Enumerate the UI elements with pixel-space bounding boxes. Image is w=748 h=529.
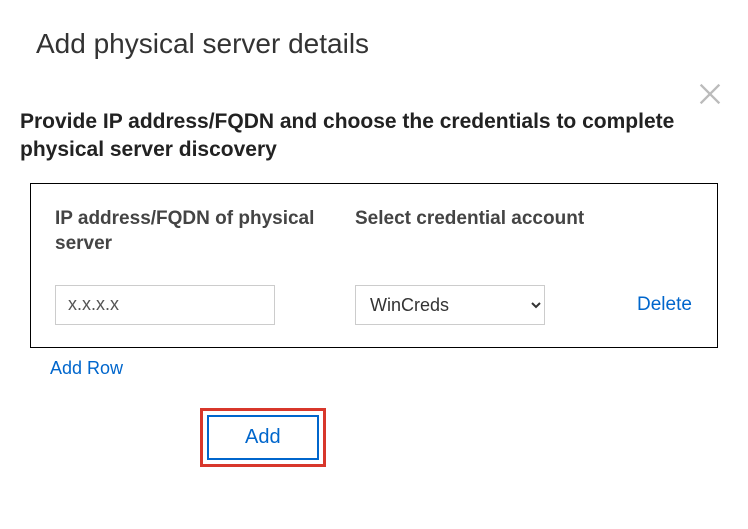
add-button[interactable]: Add bbox=[207, 415, 319, 460]
column-header-ip: IP address/FQDN of physical server bbox=[55, 206, 355, 257]
description-text: Provide IP address/FQDN and choose the c… bbox=[0, 60, 748, 165]
page-title: Add physical server details bbox=[0, 0, 748, 60]
table-row: WinCreds Delete bbox=[55, 285, 693, 325]
column-header-credential: Select credential account bbox=[355, 206, 595, 257]
credential-select[interactable]: WinCreds bbox=[355, 285, 545, 325]
ip-fqdn-input[interactable] bbox=[55, 285, 275, 325]
delete-link[interactable]: Delete bbox=[637, 294, 692, 316]
close-icon[interactable] bbox=[696, 80, 724, 108]
table-header: IP address/FQDN of physical server Selec… bbox=[55, 206, 693, 257]
server-table: IP address/FQDN of physical server Selec… bbox=[30, 183, 718, 348]
add-row-link[interactable]: Add Row bbox=[50, 358, 123, 379]
add-button-highlight: Add bbox=[200, 408, 326, 467]
